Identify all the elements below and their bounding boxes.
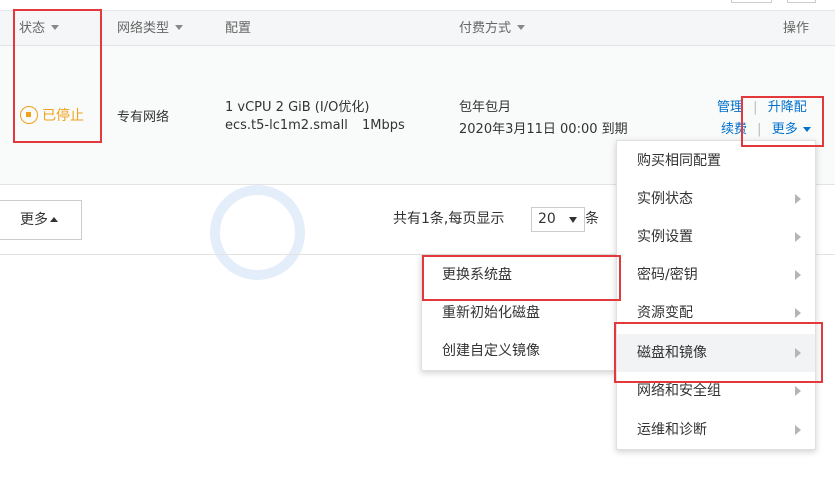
chevron-right-icon (795, 194, 801, 204)
stop-icon (20, 106, 38, 124)
table-header: 状态 网络类型 配置 付费方式 操作 (0, 11, 835, 46)
more-actions-label: 更多 (771, 122, 798, 137)
pager-suffix: 条 (585, 211, 599, 227)
watermark-globe-icon (210, 185, 305, 280)
column-config: 配置 (225, 21, 252, 36)
network-type-value: 专有网络 (117, 110, 170, 125)
column-status[interactable]: 状态 (19, 11, 60, 46)
submenu-item-create-image[interactable]: 创建自定义镜像 (422, 332, 618, 370)
chevron-down-icon (569, 217, 577, 223)
separator: | (753, 100, 758, 115)
menu-item-label: 资源变配 (637, 305, 693, 321)
column-status-label: 状态 (19, 21, 46, 36)
config-spec: 1 vCPU 2 GiB (I/O优化) (225, 100, 370, 115)
menu-item-disk-image[interactable]: 磁盘和镜像 (617, 334, 815, 372)
toolbar-button[interactable] (731, 0, 772, 3)
menu-item-label: 实例状态 (637, 191, 693, 207)
chevron-right-icon (795, 308, 801, 318)
menu-item-label: 购买相同配置 (637, 153, 721, 169)
config-instance-type: ecs.t5-lc1m2.small 1Mbps (225, 118, 405, 133)
chevron-right-icon (795, 270, 801, 280)
status-badge: 已停止 (20, 105, 84, 125)
toolbar-button[interactable] (787, 0, 816, 3)
column-billing-label: 付费方式 (459, 21, 512, 36)
chevron-right-icon (795, 425, 801, 435)
batch-more-label: 更多 (20, 212, 48, 228)
chevron-up-icon (50, 216, 58, 222)
batch-more-button[interactable]: 更多 (0, 200, 82, 240)
instance-type-text: ecs.t5-lc1m2.small (225, 118, 348, 133)
upgrade-link[interactable]: 升降配 (768, 100, 807, 115)
menu-item-label: 运维和诊断 (637, 422, 707, 438)
action-row-2: 续费 | 更多 (721, 118, 811, 137)
menu-item-label: 密码/密钥 (637, 267, 698, 283)
chevron-right-icon (795, 348, 801, 358)
column-billing[interactable]: 付费方式 (459, 11, 526, 46)
menu-item-ops-diagnosis[interactable]: 运维和诊断 (617, 411, 815, 449)
chevron-down-icon (175, 25, 184, 30)
top-toolbar-edge (0, 0, 835, 11)
column-actions: 操作 (783, 21, 810, 36)
pager-summary: 共有1条,每页显示 (393, 211, 505, 227)
menu-item-password-key[interactable]: 密码/密钥 (617, 256, 815, 294)
page-size-value: 20 (538, 211, 556, 227)
menu-item-instance-status[interactable]: 实例状态 (617, 180, 815, 218)
billing-type: 包年包月 (459, 100, 512, 115)
chevron-down-icon (51, 25, 60, 30)
menu-item-label: 实例设置 (637, 229, 693, 245)
page-size-select[interactable]: 20 (531, 207, 585, 232)
chevron-down-icon (802, 127, 811, 132)
menu-item-label: 网络和安全组 (637, 383, 721, 399)
menu-item-buy-same-config[interactable]: 购买相同配置 (617, 142, 815, 180)
column-network-label: 网络类型 (117, 21, 170, 36)
expiry-date: 2020年3月11日 00:00 到期 (459, 122, 628, 137)
renew-link[interactable]: 续费 (721, 122, 747, 137)
submenu-item-replace-system-disk[interactable]: 更换系统盘 (422, 256, 618, 294)
column-network-type[interactable]: 网络类型 (117, 11, 184, 46)
status-text: 已停止 (42, 108, 84, 124)
disk-image-submenu: 更换系统盘 重新初始化磁盘 创建自定义镜像 (421, 255, 619, 371)
menu-item-network-security[interactable]: 网络和安全组 (617, 372, 815, 410)
manage-link[interactable]: 管理 (717, 100, 743, 115)
chevron-down-icon (517, 25, 526, 30)
more-actions-link[interactable]: 更多 (772, 122, 811, 137)
bandwidth-text: 1Mbps (361, 118, 405, 133)
chevron-right-icon (795, 232, 801, 242)
menu-item-resource-change[interactable]: 资源变配 (617, 294, 815, 332)
menu-item-label: 磁盘和镜像 (637, 345, 707, 361)
chevron-right-icon (795, 386, 801, 396)
menu-item-instance-settings[interactable]: 实例设置 (617, 218, 815, 256)
action-row-1: 管理 | 升降配 (717, 96, 807, 115)
separator: | (757, 122, 762, 137)
submenu-item-reinit-disk[interactable]: 重新初始化磁盘 (422, 294, 618, 332)
more-actions-menu: 购买相同配置 实例状态 实例设置 密码/密钥 资源变配 磁盘和镜像 网络和安全组… (616, 140, 816, 450)
